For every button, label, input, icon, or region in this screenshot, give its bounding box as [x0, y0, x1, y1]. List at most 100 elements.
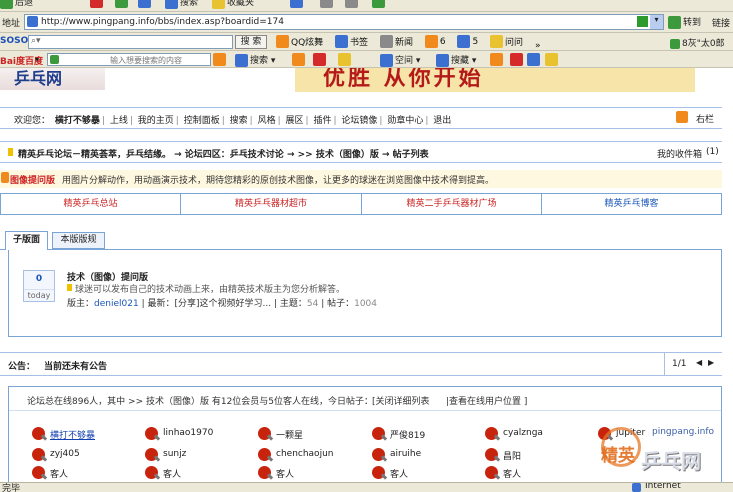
online-user[interactable]: chenchaojun — [258, 448, 368, 463]
soso-item-qqdance[interactable]: QQ炫舞 — [276, 35, 323, 48]
tab-subforums[interactable]: 子版面 — [5, 231, 48, 250]
online-summary-bar: 论坛总在线896人，其中 >> 技术（图像）版 有12位会员与5位客人在线，今日… — [9, 387, 721, 411]
news-icon — [379, 35, 393, 48]
baidu-search-input[interactable]: 输入想要搜索的内容 — [47, 53, 211, 66]
online-user[interactable]: cyalznga — [485, 427, 595, 442]
links-menu[interactable]: 链接 — [712, 16, 730, 29]
game-icon — [424, 35, 438, 48]
link-main-site[interactable]: 精英乒乓总站 — [1, 194, 181, 214]
address-label: 地址 — [2, 19, 21, 29]
tool-icon[interactable] — [338, 53, 351, 66]
soso-user[interactable]: 8灰"太0郎 — [670, 36, 725, 49]
stop-icon[interactable] — [90, 0, 105, 8]
soso-item-bookmarks[interactable]: 书签 — [335, 35, 368, 48]
breadcrumb-path[interactable]: 精英乒乓论坛－精英荟萃，乒乓结缘。 → 论坛四区：乒乓技术讨论 → >> 技术（… — [18, 147, 429, 160]
rss-icon[interactable] — [213, 53, 226, 66]
tool-icon[interactable] — [313, 53, 326, 66]
nav-search[interactable]: 搜索 — [230, 116, 248, 126]
latest-post-link[interactable]: [分享]这个视频好学习... — [174, 299, 271, 309]
soso-item-news[interactable]: 新闻 — [379, 35, 413, 48]
right-column-toggle[interactable]: 右栏 — [696, 112, 714, 125]
tool-icon[interactable] — [510, 53, 523, 66]
link-secondhand-market[interactable]: 精英二手乒乓器材广场 — [362, 194, 542, 214]
view-locations-link[interactable]: |查看在线用户位置 ] — [446, 394, 527, 407]
link-blog[interactable]: 精英乒乓博客 — [542, 194, 721, 214]
inbox-link[interactable]: 我的收件箱 — [657, 147, 702, 160]
refresh-icon[interactable] — [115, 0, 130, 8]
close-list-link[interactable]: [关闭详细列表 — [372, 394, 430, 407]
nav-my-home[interactable]: 我的主页 — [138, 116, 174, 126]
online-user[interactable]: zyj405 — [32, 448, 142, 463]
nav-medals[interactable]: 勋章中心 — [387, 116, 423, 126]
favorites-button[interactable]: 收藏夹 — [212, 0, 254, 9]
gear-icon[interactable] — [545, 53, 558, 66]
online-user[interactable]: linhao1970 — [145, 427, 255, 442]
tool-icon[interactable] — [490, 53, 503, 66]
user-icon — [670, 38, 680, 49]
tool-icon[interactable] — [292, 53, 305, 66]
online-user-name: 客人 — [163, 470, 182, 480]
online-user[interactable]: 横打不够暴 — [32, 427, 142, 442]
link-equipment-store[interactable]: 精英乒乓器材超市 — [181, 194, 362, 214]
home-icon[interactable] — [138, 0, 153, 8]
baidu-space[interactable]: 空间 ▾ — [380, 53, 420, 67]
online-user[interactable]: sunjz — [145, 448, 255, 463]
bullet-icon — [8, 148, 13, 156]
online-user[interactable]: 昌阳 — [485, 448, 595, 463]
online-user-name: 客人 — [390, 470, 409, 480]
nav-mirror[interactable]: 论坛镜像 — [341, 116, 377, 126]
question-icon — [490, 35, 504, 48]
online-user[interactable]: 严俊819 — [372, 427, 482, 442]
announcement-text: 当前还未有公告 — [44, 362, 108, 372]
online-user[interactable]: 一颗星 — [258, 427, 368, 442]
online-user[interactable]: airuihe — [372, 448, 482, 463]
online-user-name: chenchaojun — [276, 449, 334, 459]
tab-rules[interactable]: 本版版规 — [52, 232, 105, 249]
chevron-down-icon[interactable]: ▾ — [650, 15, 663, 29]
address-input[interactable]: http://www.pingpang.info/bbs/index.asp?b… — [24, 14, 664, 30]
online-user[interactable]: 客人 — [32, 466, 142, 481]
nav-plugins[interactable]: 插件 — [313, 116, 331, 126]
search-icon: ⌕▾ — [31, 36, 41, 46]
soso-more[interactable]: » — [535, 41, 541, 50]
back-button[interactable]: 后退 — [0, 0, 33, 9]
board-name: 图像提问版 — [10, 176, 56, 186]
nav-gallery[interactable]: 展区 — [286, 116, 304, 126]
online-user[interactable]: 客人 — [145, 466, 255, 481]
print-icon[interactable] — [320, 0, 335, 8]
next-announcement-icon[interactable]: ▶ — [708, 358, 714, 367]
user-avatar-icon — [258, 448, 271, 461]
bullet-icon — [67, 284, 72, 291]
status-bar: 完毕 Internet — [0, 482, 733, 492]
nav-control-panel[interactable]: 控制面板 — [184, 116, 220, 126]
soso-item-wenwen[interactable]: 问问 — [490, 35, 523, 48]
moderator-link[interactable]: deniel021 — [94, 299, 139, 309]
nav-logout[interactable]: 退出 — [433, 116, 451, 126]
banner-ad[interactable]: 优胜 从你开始 — [295, 68, 695, 92]
announcement-page: 1/1 — [672, 359, 687, 369]
go-button[interactable]: 转到 — [668, 15, 701, 29]
nav-style[interactable]: 风格 — [258, 116, 276, 126]
nav-online[interactable]: 上线 — [110, 116, 128, 126]
sidebar-toggle-icon[interactable] — [676, 111, 688, 123]
soso-item-5[interactable]: 5 — [457, 35, 478, 48]
soso-search-button[interactable]: 搜 索 — [235, 35, 267, 49]
tool-icon[interactable] — [527, 53, 540, 66]
mail-icon[interactable] — [290, 0, 305, 8]
soso-search-input[interactable]: ⌕▾ — [28, 35, 233, 49]
online-user[interactable]: 客人 — [485, 466, 595, 481]
edit-icon[interactable] — [345, 0, 360, 8]
prev-announcement-icon[interactable]: ◀ — [696, 358, 702, 367]
baidu-search-button[interactable]: 搜索 ▾ — [235, 53, 275, 67]
online-user[interactable]: 客人 — [258, 466, 368, 481]
baidu-collect[interactable]: 搜藏 ▾ — [436, 53, 476, 67]
chevron-down-icon[interactable]: ▾ — [35, 55, 39, 64]
soso-toolbar: SOSO ⌕▾ 搜 索 QQ炫舞 书签 新闻 6 5 问问 » 8灰"太0郎 — [0, 33, 733, 51]
messenger-icon[interactable] — [372, 0, 387, 8]
soso-item-6[interactable]: 6 — [424, 35, 446, 48]
online-user[interactable]: 客人 — [372, 466, 482, 481]
nav-username[interactable]: 横打不够暴 — [55, 116, 100, 126]
site-banner: 乒乓网 优胜 从你开始 — [0, 68, 733, 98]
user-avatar-icon — [372, 448, 385, 461]
search-button[interactable]: 搜索 — [165, 0, 198, 9]
